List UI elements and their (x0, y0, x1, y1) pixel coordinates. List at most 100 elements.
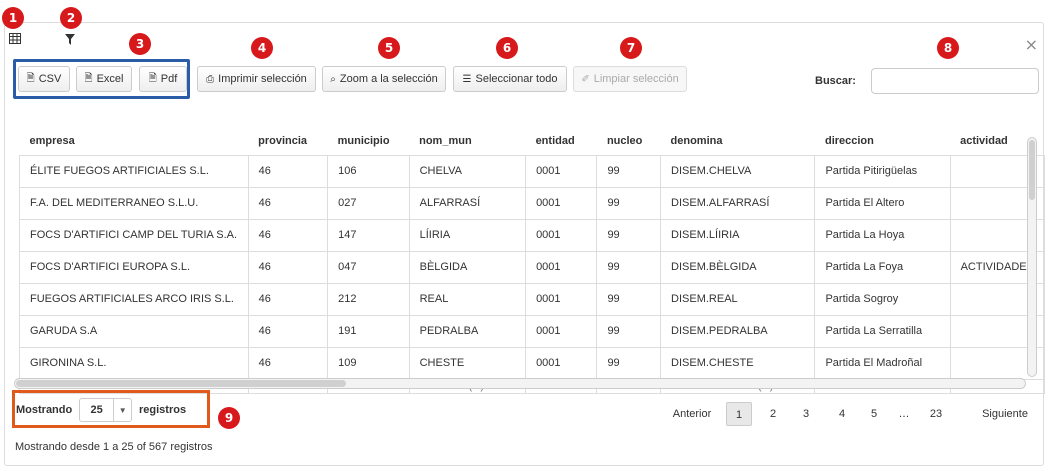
page-length-value: 25 (90, 404, 103, 416)
pdf-label: Pdf (160, 73, 178, 85)
cell-provincia: 46 (247, 250, 329, 284)
cell-direccion: Partida El Madroñal (814, 346, 951, 380)
pagination-page-5[interactable]: 5 (863, 402, 885, 426)
table-row[interactable]: ÉLITE FUEGOS ARTIFICIALES S.L. 46 106 CHELV… (19, 154, 1045, 188)
file-icon: 🗎 (26, 72, 35, 84)
cell-denomina: DISEM.BÈLGIDA (660, 250, 816, 284)
annotation-badge-2: 2 (60, 7, 82, 29)
close-icon[interactable]: × (1025, 35, 1038, 54)
length-label-before: Mostrando (16, 404, 73, 416)
cell-entidad: 0001 (525, 186, 598, 220)
pdf-file-icon: 🗎 (148, 72, 157, 84)
print-icon: ⎙ (206, 73, 215, 85)
column-header-empresa[interactable]: empresa (19, 127, 249, 156)
clear-label: Limpiar selección (593, 73, 679, 85)
cell-entidad: 0001 (525, 154, 598, 188)
pagination-previous[interactable]: Anterior (668, 402, 716, 426)
column-header-entidad[interactable]: entidad (525, 127, 597, 156)
zoom-label: Zoom a la selección (339, 73, 438, 85)
pagination-page-2[interactable]: 2 (762, 402, 784, 426)
print-selection-button[interactable]: ⎙ Imprimir selección (197, 66, 316, 92)
cell-nom-mun: PEDRALBA (408, 314, 527, 348)
pagination-next[interactable]: Siguiente (978, 402, 1032, 426)
cell-entidad: 0001 (525, 346, 598, 380)
cell-nucleo: 99 (596, 282, 662, 316)
column-header-provincia[interactable]: provincia (248, 127, 328, 156)
column-header-denomina[interactable]: denomina (660, 127, 815, 156)
cell-direccion: Partida La Foya (814, 250, 951, 284)
column-header-nom-mun[interactable]: nom_mun (409, 127, 526, 156)
cell-provincia: 46 (247, 218, 329, 252)
table-row[interactable]: FUEGOS ARTIFICIALES ARCO IRIS S.L. 46 212 R… (19, 282, 1045, 316)
excel-button[interactable]: 🗎 Excel (76, 66, 132, 92)
cell-denomina: DISEM.CHESTE (660, 346, 816, 380)
print-label: Imprimir selección (218, 73, 307, 85)
cell-denomina: DISEM.ALFARRASÍ (660, 186, 816, 220)
cell-nucleo: 99 (596, 154, 662, 188)
clear-selection-button[interactable]: ✐ Limpiar selección (573, 66, 687, 92)
annotation-badge-6: 6 (496, 37, 518, 59)
pagination-page-3[interactable]: 3 (795, 402, 817, 426)
annotation-badge-1: 1 (2, 7, 24, 29)
column-header-nucleo[interactable]: nucleo (596, 127, 661, 156)
vertical-scroll-thumb[interactable] (1029, 140, 1035, 200)
cell-empresa: FUEGOS ARTIFICIALES ARCO IRIS S.L. (19, 282, 249, 316)
annotation-badge-7: 7 (620, 37, 642, 59)
select-all-label: Seleccionar todo (475, 73, 558, 85)
table-row[interactable]: FOCS D'ARTIFICI EUROPA S.L. 46 047 BÈLGIDA 0… (19, 250, 1045, 284)
search-label: Buscar: (815, 75, 856, 87)
cell-denomina: DISEM.PEDRALBA (660, 314, 816, 348)
pagination-page-4[interactable]: 4 (831, 402, 853, 426)
cell-municipio: 212 (327, 282, 410, 316)
cell-municipio: 047 (327, 250, 410, 284)
cell-nom-mun: CHELVA (408, 154, 527, 188)
cell-nucleo: 99 (596, 218, 662, 252)
cell-empresa: FOCS D'ARTIFICI EUROPA S.L. (19, 250, 249, 284)
cell-nom-mun: ALFARRASÍ (408, 186, 527, 220)
table-row[interactable]: GIRONINA S.L. 46 109 CHESTE 0001 99 DISEM.CHES… (19, 346, 1045, 380)
pagination-page-1[interactable]: 1 (726, 402, 752, 426)
horizontal-scroll-thumb[interactable] (16, 380, 346, 387)
cell-nucleo: 99 (596, 314, 662, 348)
column-header-municipio[interactable]: municipio (327, 127, 410, 156)
cell-nom-mun: BÈLGIDA (408, 250, 527, 284)
cell-municipio: 027 (327, 186, 410, 220)
cell-nom-mun: CHESTE (408, 346, 527, 380)
cell-provincia: 46 (247, 186, 329, 220)
cell-entidad: 0001 (525, 314, 598, 348)
cell-direccion: Partida La Serratilla (814, 314, 951, 348)
cell-municipio: 106 (327, 154, 410, 188)
cell-municipio: 109 (327, 346, 410, 380)
annotation-badge-4: 4 (251, 37, 273, 59)
cell-nucleo: 99 (596, 250, 662, 284)
cell-municipio: 191 (327, 314, 410, 348)
cell-entidad: 0001 (525, 282, 598, 316)
results-table: empresa provincia municipio nom_mun enti… (19, 127, 1045, 394)
table-row[interactable]: FOCS D'ARTIFICI CAMP DEL TURIA S.A. 46 147… (19, 218, 1045, 252)
table-row[interactable]: F.A. DEL MEDITERRANEO S.L.U. 46 027 ALFARRA… (19, 186, 1045, 220)
select-all-button[interactable]: ☰ Seleccionar todo (453, 66, 567, 92)
table-row[interactable]: GARUDA S.A 46 191 PEDRALBA 0001 99 DISEM.PEDRA… (19, 314, 1045, 348)
page-length-select[interactable]: 25 ▼ (79, 398, 132, 422)
filter-icon[interactable] (65, 34, 75, 48)
excel-file-icon: 🗎 (84, 72, 93, 84)
zoom-selection-button[interactable]: ⌕ Zoom a la selección (322, 66, 446, 92)
cell-empresa: FOCS D'ARTIFICI CAMP DEL TURIA S.A. (19, 218, 249, 252)
cell-empresa: ÉLITE FUEGOS ARTIFICIALES S.L. (19, 154, 249, 188)
cell-direccion: Partida Sogroy (814, 282, 951, 316)
cell-direccion: Partida La Hoya (814, 218, 951, 252)
csv-button[interactable]: 🗎 CSV (18, 66, 70, 92)
vertical-scrollbar[interactable] (1027, 137, 1037, 377)
cell-provincia: 46 (247, 314, 329, 348)
search-input[interactable] (871, 68, 1039, 94)
pdf-button[interactable]: 🗎 Pdf (139, 66, 187, 92)
table-icon[interactable] (9, 33, 21, 47)
horizontal-scrollbar[interactable] (14, 378, 1026, 389)
pagination-page-23[interactable]: 23 (924, 402, 948, 426)
cell-empresa: F.A. DEL MEDITERRANEO S.L.U. (19, 186, 249, 220)
column-header-direccion[interactable]: direccion (814, 127, 951, 156)
cell-direccion: Partida Pitirigüelas (814, 154, 951, 188)
length-label-after: registros (139, 404, 187, 416)
cell-entidad: 0001 (525, 218, 598, 252)
annotation-badge-9: 9 (218, 407, 240, 429)
